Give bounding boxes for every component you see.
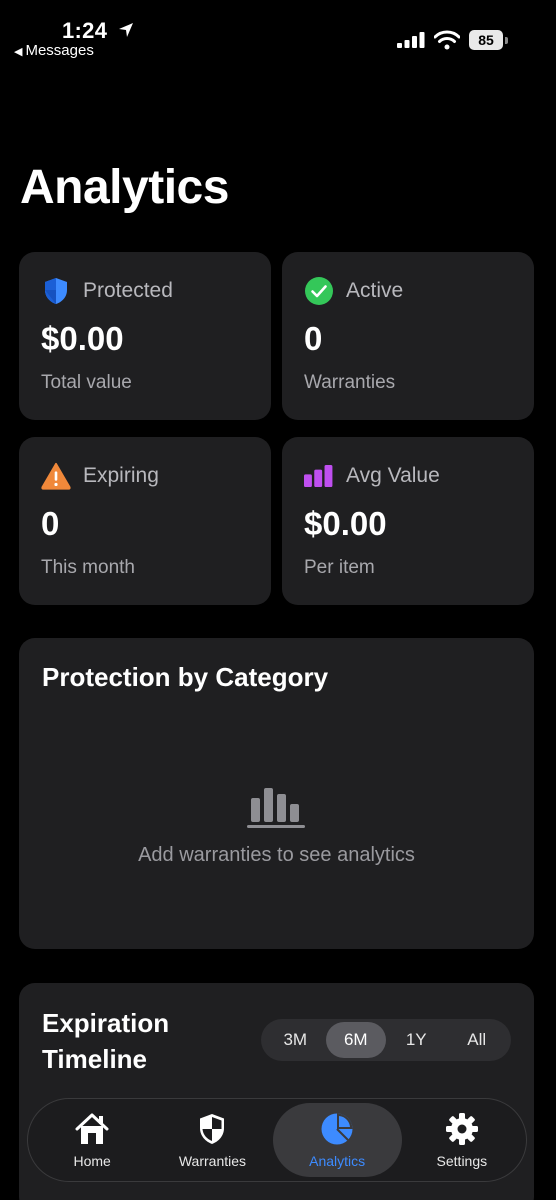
shield-icon (194, 1111, 230, 1147)
empty-state-message: Add warranties to see analytics (138, 844, 415, 866)
tab-label: Settings (436, 1153, 488, 1169)
stat-value: 0 (304, 320, 323, 357)
stat-label: Avg Value (346, 464, 440, 487)
gear-icon (444, 1111, 480, 1147)
back-triangle-icon: ◀ (14, 46, 23, 58)
battery-level: 85 (469, 30, 503, 50)
tab-bar: Home Warranties Analytics Settings (27, 1098, 527, 1182)
tab-label: Home (73, 1153, 111, 1169)
range-option-6m[interactable]: 6M (325, 1022, 386, 1058)
chart-placeholder-icon (247, 788, 305, 828)
status-time: 1:24 (62, 18, 108, 43)
tab-warranties[interactable]: Warranties (152, 1103, 272, 1177)
stat-label: Protected (83, 279, 173, 302)
card-title: Protection by Category (42, 662, 329, 692)
house-icon (74, 1111, 110, 1147)
protection-by-category-card: Protection by Category Add warranties to… (19, 638, 534, 949)
tab-label: Analytics (309, 1153, 366, 1169)
shield-icon (41, 276, 71, 306)
stat-label: Expiring (83, 464, 159, 487)
tab-settings[interactable]: Settings (402, 1103, 522, 1177)
stat-card-avg-value: Avg Value $0.00 Per item (282, 437, 534, 605)
warning-triangle-icon (41, 461, 71, 491)
range-option-3m[interactable]: 3M (265, 1022, 326, 1058)
card-title: Expiration Timeline (42, 1008, 170, 1074)
stat-sublabel: Per item (304, 557, 375, 578)
location-arrow-icon (119, 23, 133, 37)
stat-card-active: Active 0 Warranties (282, 252, 534, 420)
cellular-signal-icon (397, 32, 425, 48)
stat-card-expiring: Expiring 0 This month (19, 437, 271, 605)
stat-sublabel: Warranties (304, 372, 396, 393)
stat-value: $0.00 (41, 320, 124, 357)
stat-value: $0.00 (304, 505, 387, 542)
battery-nub (505, 37, 508, 44)
stat-sublabel: Total value (41, 372, 132, 393)
page-title: Analytics (20, 161, 229, 214)
stat-card-protected: Protected $0.00 Total value (19, 252, 271, 420)
stat-label: Active (346, 279, 404, 302)
tab-analytics[interactable]: Analytics (272, 1103, 402, 1177)
time-range-picker: 3M 6M 1Y All (261, 1019, 511, 1061)
stat-value: 0 (41, 505, 60, 542)
pie-chart-icon (319, 1111, 355, 1147)
checkmark-circle-icon (304, 276, 334, 306)
battery-indicator: 85 (469, 30, 509, 50)
wifi-icon (434, 30, 460, 50)
tab-home[interactable]: Home (32, 1103, 152, 1177)
range-option-1y[interactable]: 1Y (386, 1022, 447, 1058)
status-bar: 1:24 ◀ Messages 85 (0, 0, 556, 70)
bar-chart-icon (304, 461, 334, 491)
tab-label: Warranties (178, 1153, 247, 1169)
back-app-label: Messages (25, 42, 94, 59)
back-to-app-link[interactable]: ◀ Messages (14, 42, 94, 59)
stat-sublabel: This month (41, 557, 135, 578)
range-option-all[interactable]: All (447, 1022, 508, 1058)
